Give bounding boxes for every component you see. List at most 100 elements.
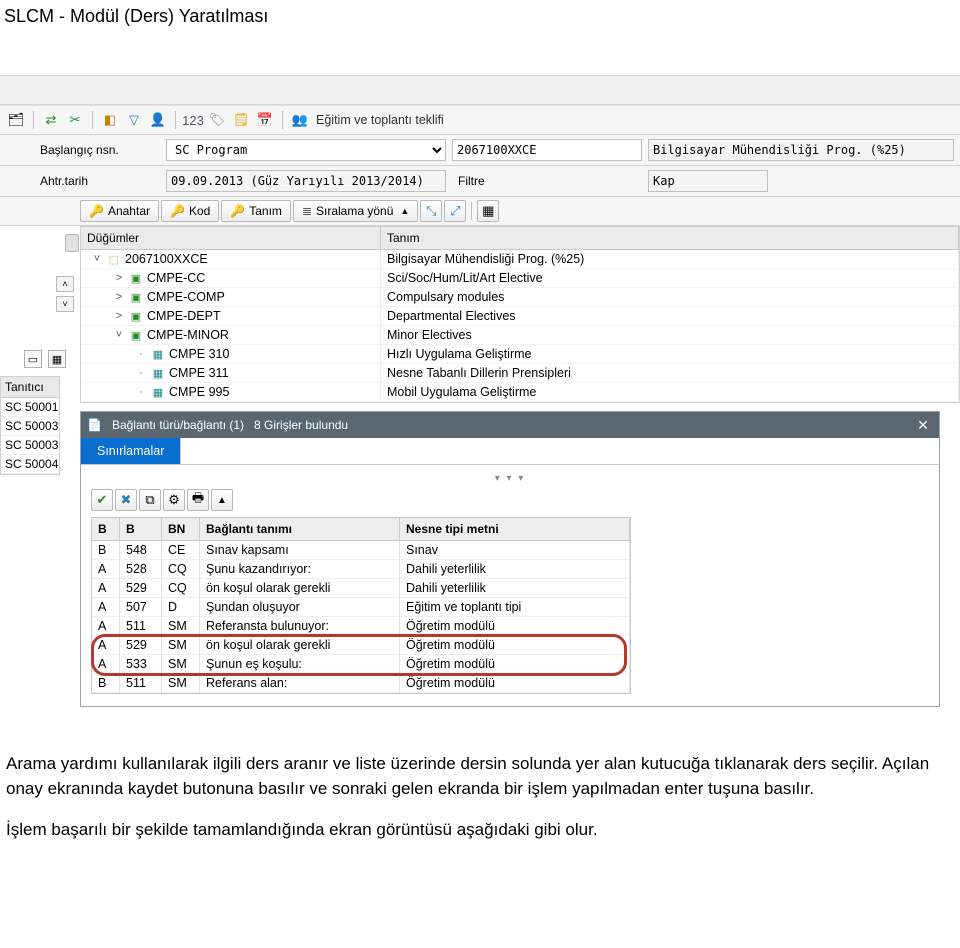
- expand-toggle-icon[interactable]: >: [113, 272, 125, 284]
- node-desc: Bilgisayar Mühendisliği Prog. (%25): [381, 250, 959, 268]
- scroll-down-icon[interactable]: ˅: [56, 296, 74, 312]
- grid-cell: Eğitim ve toplantı tipi: [400, 598, 630, 617]
- anahtar-button[interactable]: 🔑Anahtar: [80, 200, 159, 222]
- grid-row[interactable]: A511SMReferansta bulunuyor:Öğretim modül…: [92, 617, 630, 636]
- grid-row[interactable]: A528CQŞunu kazandırıyor:Dahili yeterlili…: [92, 560, 630, 579]
- code-input[interactable]: [452, 139, 642, 161]
- grid-cell: Referans alan:: [200, 674, 400, 693]
- tree-toolbar: 🔑Anahtar 🔑Kod 🔑Tanım ≣Sıralama yönü▲ ⤡ ⤢…: [0, 197, 960, 226]
- tag-icon[interactable]: 🏷: [207, 110, 227, 130]
- grid-cell: Sınav: [400, 541, 630, 560]
- ahtr-label: Ahtr.tarih: [40, 174, 160, 188]
- grid-cell: Dahili yeterlilik: [400, 560, 630, 579]
- expand-toggle-icon[interactable]: ˅: [113, 329, 125, 341]
- education-offer-label[interactable]: Eğitim ve toplantı teklifi: [316, 113, 444, 127]
- start-label: Başlangıç nsn.: [40, 143, 160, 157]
- expand-toggle-icon[interactable]: ·: [135, 386, 147, 398]
- expand-toggle-icon[interactable]: ·: [135, 348, 147, 360]
- tree-row[interactable]: ˅⬚2067100XXCEBilgisayar Mühendisliği Pro…: [81, 250, 959, 269]
- ahtr-value: [166, 170, 446, 192]
- clear-icon[interactable]: ✖: [115, 489, 137, 511]
- explanation-text: Arama yardımı kullanılarak ilgili ders a…: [0, 707, 960, 888]
- tree-row[interactable]: ˅▣CMPE-MINORMinor Electives: [81, 326, 959, 345]
- node-desc: Compulsary modules: [381, 288, 959, 306]
- sort-desc-icon[interactable]: ▲: [211, 489, 233, 511]
- kod-button[interactable]: 🔑Kod: [161, 200, 219, 222]
- accept-icon[interactable]: ✔: [91, 489, 113, 511]
- tree-row[interactable]: ·▦CMPE 310Hızlı Uygulama Geliştirme: [81, 345, 959, 364]
- people-icon[interactable]: 👥: [290, 110, 310, 130]
- tree-table: Düğümler Tanım ˅⬚2067100XXCEBilgisayar M…: [80, 226, 960, 403]
- module-group-icon: ▣: [129, 290, 143, 304]
- tree-row[interactable]: >▣CMPE-CCSci/Soc/Hum/Lit/Art Elective: [81, 269, 959, 288]
- filter-icon[interactable]: ▽: [124, 110, 144, 130]
- hierarchy-icon[interactable]: ⇄: [41, 110, 61, 130]
- siralama-button[interactable]: ≣Sıralama yönü▲: [293, 200, 418, 222]
- grid-cell: Referansta bulunuyor:: [200, 617, 400, 636]
- drag-handle-icon[interactable]: ▾ ▾ ▾: [91, 471, 929, 485]
- node-icon[interactable]: ◧: [100, 110, 120, 130]
- layout-icon[interactable]: ▦: [477, 200, 499, 222]
- close-icon[interactable]: ✕: [913, 415, 933, 435]
- id-row[interactable]: SC 50001!: [1, 398, 59, 417]
- module-group-icon: ▣: [129, 328, 143, 342]
- tanim-button[interactable]: 🔑Tanım: [221, 200, 291, 222]
- collapse-icon[interactable]: ⤡: [420, 200, 442, 222]
- tree-row[interactable]: >▣CMPE-DEPTDepartmental Electives: [81, 307, 959, 326]
- anahtar-label: Anahtar: [108, 204, 150, 218]
- hierarchy-cut-icon[interactable]: ✂: [65, 110, 85, 130]
- id-row[interactable]: SC 50003!: [1, 417, 59, 436]
- id-row[interactable]: SC 50003!: [1, 436, 59, 455]
- grid-cell: SM: [162, 674, 200, 693]
- grid-row[interactable]: B511SMReferans alan:Öğretim modülü: [92, 674, 630, 693]
- grid-cell: Şunu kazandırıyor:: [200, 560, 400, 579]
- grid-cell: Öğretim modülü: [400, 617, 630, 636]
- tree-row[interactable]: >▣CMPE-COMPCompulsary modules: [81, 288, 959, 307]
- tree-icon[interactable]: 🗂: [6, 110, 26, 130]
- tree-row[interactable]: ·▦CMPE 311Nesne Tabanlı Dillerin Prensip…: [81, 364, 959, 383]
- expand-toggle-icon[interactable]: >: [113, 310, 125, 322]
- scroll-up-icon[interactable]: ˄: [56, 276, 74, 292]
- node-code: CMPE-DEPT: [147, 309, 221, 323]
- tree-col-1: Düğümler: [81, 227, 381, 249]
- grid-row[interactable]: A533SMŞunun eş koşulu:Öğretim modülü: [92, 655, 630, 674]
- grid-cell: Şunun eş koşulu:: [200, 655, 400, 674]
- splitter-handle[interactable]: [65, 234, 79, 252]
- grid-cell: Dahili yeterlilik: [400, 579, 630, 598]
- grid-row[interactable]: A529SMön koşul olarak gerekliÖğretim mod…: [92, 636, 630, 655]
- tab-sinirlamalar[interactable]: Sınırlamalar: [81, 438, 181, 464]
- grid-row[interactable]: B548CESınav kapsamıSınav: [92, 541, 630, 560]
- popup-toolbar: ✔ ✖ ⧉ ⚙ 🖶 ▲: [91, 489, 929, 511]
- settings-icon[interactable]: ⚙: [163, 489, 185, 511]
- node-desc: Sci/Soc/Hum/Lit/Art Elective: [381, 269, 959, 287]
- expand-toggle-icon[interactable]: ˅: [91, 253, 103, 265]
- grid-head-obj: Nesne tipi metni: [400, 518, 630, 541]
- grid-cell: B: [92, 541, 120, 560]
- grid-cell: ön koşul olarak gerekli: [200, 579, 400, 598]
- note-icon[interactable]: 🗒: [231, 110, 251, 130]
- grid-head-def: Bağlantı tanımı: [200, 518, 400, 541]
- user-icon[interactable]: 👤: [148, 110, 168, 130]
- tree-row[interactable]: ·▦CMPE 995Mobil Uygulama Geliştirme: [81, 383, 959, 402]
- calc-icon[interactable]: 123: [183, 110, 203, 130]
- print-icon[interactable]: 🖶: [187, 489, 209, 511]
- grid-cell: B: [92, 674, 120, 693]
- left-mini-btn-2[interactable]: ▦: [48, 350, 66, 368]
- module-group-icon: ▣: [129, 271, 143, 285]
- grid-head-bn: BN: [162, 518, 200, 541]
- expand-toggle-icon[interactable]: >: [113, 291, 125, 303]
- grid-cell: 528: [120, 560, 162, 579]
- expand-icon[interactable]: ⤢: [444, 200, 466, 222]
- grid-cell: CQ: [162, 579, 200, 598]
- start-select[interactable]: SC Program: [166, 139, 446, 161]
- id-list: Tanıtıcı SC 50001! SC 50003! SC 50003! S…: [0, 376, 60, 475]
- expand-toggle-icon[interactable]: ·: [135, 367, 147, 379]
- grid-row[interactable]: A507DŞundan oluşuyorEğitim ve toplantı t…: [92, 598, 630, 617]
- copy-icon[interactable]: ⧉: [139, 489, 161, 511]
- calendar-icon[interactable]: 📅: [255, 110, 275, 130]
- left-mini-btn-1[interactable]: ▭: [24, 350, 42, 368]
- id-row[interactable]: SC 50004!: [1, 455, 59, 474]
- sort-icon: ≣: [302, 204, 312, 218]
- sort-asc-icon: ▲: [400, 206, 409, 216]
- grid-row[interactable]: A529CQön koşul olarak gerekliDahili yete…: [92, 579, 630, 598]
